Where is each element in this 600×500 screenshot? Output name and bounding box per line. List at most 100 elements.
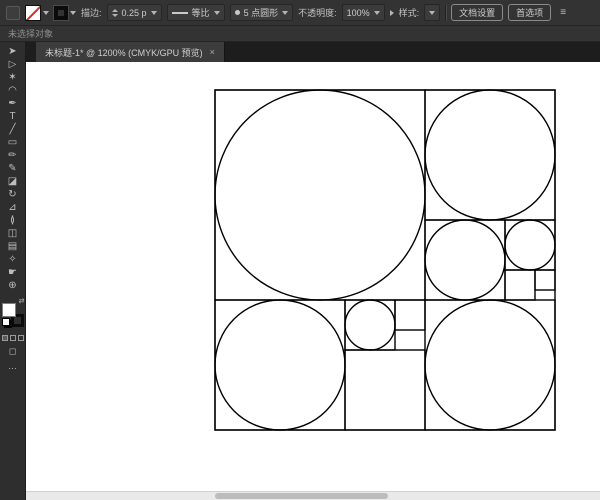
stroke-swatch[interactable] (54, 6, 68, 20)
chevron-down-icon (429, 11, 435, 15)
circle-shape-1[interactable] (425, 90, 555, 220)
scrollbar-thumb[interactable] (215, 493, 387, 499)
stroke-weight-value[interactable]: 0.25 p (122, 8, 147, 18)
tool-list: ➤ ▷ ✶ ◠✒ T ╱ ▭ ✏ ✎ ◪ ↻ ⊿≬ ◫ ▤ ✧ ☛ ⊕ (1, 45, 25, 292)
zoom-tool[interactable]: ⊕ (1, 279, 25, 292)
opacity-value[interactable]: 100% (347, 8, 370, 18)
control-bar: 描边: 0.25 p 等比 5 点圆形 不透明度: 100% 样式: (0, 0, 600, 26)
shape-builder-tool[interactable]: ◫ (1, 227, 25, 240)
profile-label: 等比 (192, 6, 210, 19)
selection-tool-icon: ➤ (8, 47, 16, 57)
circle-shape-2[interactable] (425, 220, 505, 300)
opacity-dropdown[interactable]: 100% (342, 4, 385, 21)
brush-dropdown[interactable]: 5 点圆形 (230, 4, 294, 21)
default-colors-icon[interactable] (2, 318, 10, 326)
stepper-arrows-icon[interactable] (112, 9, 118, 17)
fill-stroke-proxy[interactable]: ⇄ (2, 299, 24, 327)
style-label: 样式: (399, 6, 420, 19)
square-shape-9[interactable] (395, 300, 425, 330)
width-tool[interactable]: ≬ (1, 214, 25, 227)
edit-toolbar-icon[interactable]: … (8, 362, 17, 371)
magic-wand-tool[interactable]: ✶ (1, 71, 25, 84)
stroke-profile-dropdown[interactable]: 等比 (167, 4, 225, 21)
hand-tool[interactable]: ☛ (1, 266, 25, 279)
screen-mode-icon[interactable]: ◻ (9, 347, 16, 356)
lasso-tool-icon: ◠ (8, 86, 17, 96)
type-tool[interactable]: T (1, 110, 25, 123)
appearance-proxy-icon[interactable] (6, 6, 20, 20)
draw-inside-mode-button[interactable] (18, 335, 24, 341)
separator (445, 5, 446, 21)
circle-shape-5[interactable] (345, 300, 395, 350)
swap-colors-icon[interactable]: ⇄ (19, 298, 25, 305)
stroke-label: 描边: (81, 6, 102, 19)
document-canvas[interactable] (26, 62, 600, 500)
square-shape-1[interactable] (215, 90, 425, 300)
paintbrush-tool[interactable]: ✏ (1, 149, 25, 162)
rectangle-tool-icon: ▭ (8, 138, 17, 148)
paintbrush-tool-icon: ✏ (8, 151, 16, 161)
rotate-tool[interactable]: ↻ (1, 188, 25, 201)
type-tool-icon: T (9, 112, 15, 122)
eyedropper-tool[interactable]: ✧ (1, 253, 25, 266)
rectangle-tool[interactable]: ▭ (1, 136, 25, 149)
line-segment-tool[interactable]: ╱ (1, 123, 25, 136)
circle-shape-6[interactable] (425, 300, 555, 430)
pencil-tool[interactable]: ✎ (1, 162, 25, 175)
chevron-down-icon (43, 11, 49, 15)
selection-tool[interactable]: ➤ (1, 45, 25, 58)
fill-swatch-none[interactable] (25, 5, 41, 21)
gradient-tool[interactable]: ▤ (1, 240, 25, 253)
chevron-down-icon (151, 11, 157, 15)
selection-status-row: 未选择对象 (0, 26, 600, 42)
magic-wand-tool-icon: ✶ (8, 73, 16, 83)
rotate-tool-icon: ↻ (8, 190, 16, 200)
pencil-tool-icon: ✎ (8, 164, 16, 174)
drawing-modes (2, 335, 24, 341)
eraser-tool-icon: ◪ (8, 177, 17, 187)
stroke-weight-field[interactable]: 0.25 p (107, 4, 162, 21)
document-tab-title: 未标题-1* @ 1200% (CMYK/GPU 预览) (45, 46, 203, 59)
opacity-label: 不透明度: (298, 6, 337, 19)
stroke-color-control[interactable] (54, 6, 76, 20)
document-setup-button[interactable]: 文档设置 (451, 4, 503, 21)
artwork-golden-ratio-circles[interactable] (213, 88, 557, 432)
horizontal-scrollbar[interactable] (26, 491, 600, 500)
square-shape-6[interactable] (535, 270, 555, 290)
chevron-down-icon (282, 11, 288, 15)
zoom-tool-icon: ⊕ (8, 281, 16, 291)
selection-status-label: 未选择对象 (8, 27, 53, 40)
tools-panel: ➤ ▷ ✶ ◠✒ T ╱ ▭ ✏ ✎ ◪ ↻ ⊿≬ ◫ ▤ ✧ ☛ ⊕ ⇄ ◻ … (0, 42, 26, 500)
close-icon[interactable]: × (210, 47, 215, 57)
direct-selection-tool[interactable]: ▷ (1, 58, 25, 71)
square-shape-0[interactable] (215, 90, 555, 430)
panel-menu-icon[interactable]: ≡ (556, 5, 570, 21)
draw-normal-mode-button[interactable] (2, 335, 8, 341)
eyedropper-tool-icon: ✧ (8, 255, 16, 265)
lasso-tool[interactable]: ◠ (1, 84, 25, 97)
hand-tool-icon: ☛ (8, 268, 17, 278)
fill-color-control[interactable] (25, 5, 49, 21)
preferences-button[interactable]: 首选项 (508, 4, 551, 21)
chevron-down-icon (214, 11, 220, 15)
circle-shape-3[interactable] (505, 220, 555, 270)
uniform-profile-icon (172, 12, 188, 14)
scale-tool-icon: ⊿ (8, 203, 16, 213)
square-shape-5[interactable] (505, 270, 535, 300)
gradient-tool-icon: ▤ (8, 242, 17, 252)
shape-builder-tool-icon: ◫ (8, 229, 17, 239)
pen-tool[interactable]: ✒ (1, 97, 25, 110)
circle-shape-0[interactable] (215, 90, 425, 300)
square-shape-10[interactable] (345, 350, 425, 430)
opacity-options-icon[interactable] (390, 10, 394, 16)
document-tab[interactable]: 未标题-1* @ 1200% (CMYK/GPU 预览) × (36, 42, 225, 62)
eraser-tool[interactable]: ◪ (1, 175, 25, 188)
style-dropdown[interactable] (424, 4, 440, 21)
circle-shape-4[interactable] (215, 300, 345, 430)
draw-behind-mode-button[interactable] (10, 335, 16, 341)
direct-selection-tool-icon: ▷ (9, 60, 17, 70)
fill-proxy-swatch[interactable] (2, 303, 16, 317)
line-segment-tool-icon: ╱ (9, 125, 15, 135)
round-brush-icon (235, 10, 240, 15)
scale-tool[interactable]: ⊿ (1, 201, 25, 214)
